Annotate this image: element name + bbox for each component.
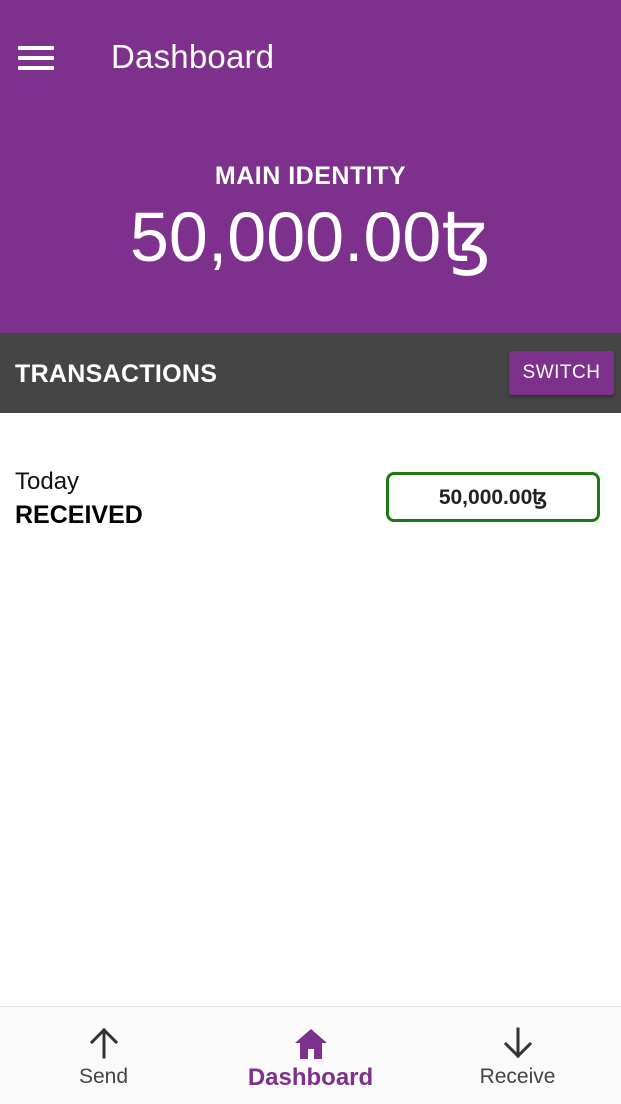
transactions-bar: TRANSACTIONS SWITCH: [0, 333, 621, 413]
nav-dashboard[interactable]: Dashboard: [207, 1007, 414, 1104]
transaction-type: RECEIVED: [15, 501, 143, 529]
transaction-list-item[interactable]: Today RECEIVED 50,000.00ꜩ: [0, 462, 621, 542]
nav-receive[interactable]: Receive: [414, 1007, 621, 1104]
page-title: Dashboard: [111, 38, 275, 75]
nav-send[interactable]: Send: [0, 1007, 207, 1104]
transaction-amount: 50,000.00ꜩ: [386, 472, 600, 522]
nav-receive-label: Receive: [479, 1065, 556, 1088]
transaction-date: Today: [15, 468, 80, 495]
identity-label: MAIN IDENTITY: [214, 162, 407, 190]
home-icon: [294, 1029, 327, 1059]
balance-amount: 50,000.00ꜩ: [129, 198, 492, 276]
arrow-up-icon: [89, 1027, 118, 1059]
transactions-title: TRANSACTIONS: [15, 360, 218, 388]
hamburger-menu-icon[interactable]: [18, 44, 54, 72]
switch-button[interactable]: SWITCH: [509, 351, 614, 395]
arrow-down-icon: [503, 1027, 532, 1059]
app-root: Dashboard MAIN IDENTITY 50,000.00ꜩ TRANS…: [0, 0, 621, 1104]
nav-dashboard-label: Dashboard: [247, 1064, 374, 1091]
bottom-navigation: Send Dashboard Receive: [0, 1006, 621, 1104]
nav-send-label: Send: [78, 1065, 129, 1088]
header: Dashboard MAIN IDENTITY 50,000.00ꜩ: [0, 0, 621, 333]
